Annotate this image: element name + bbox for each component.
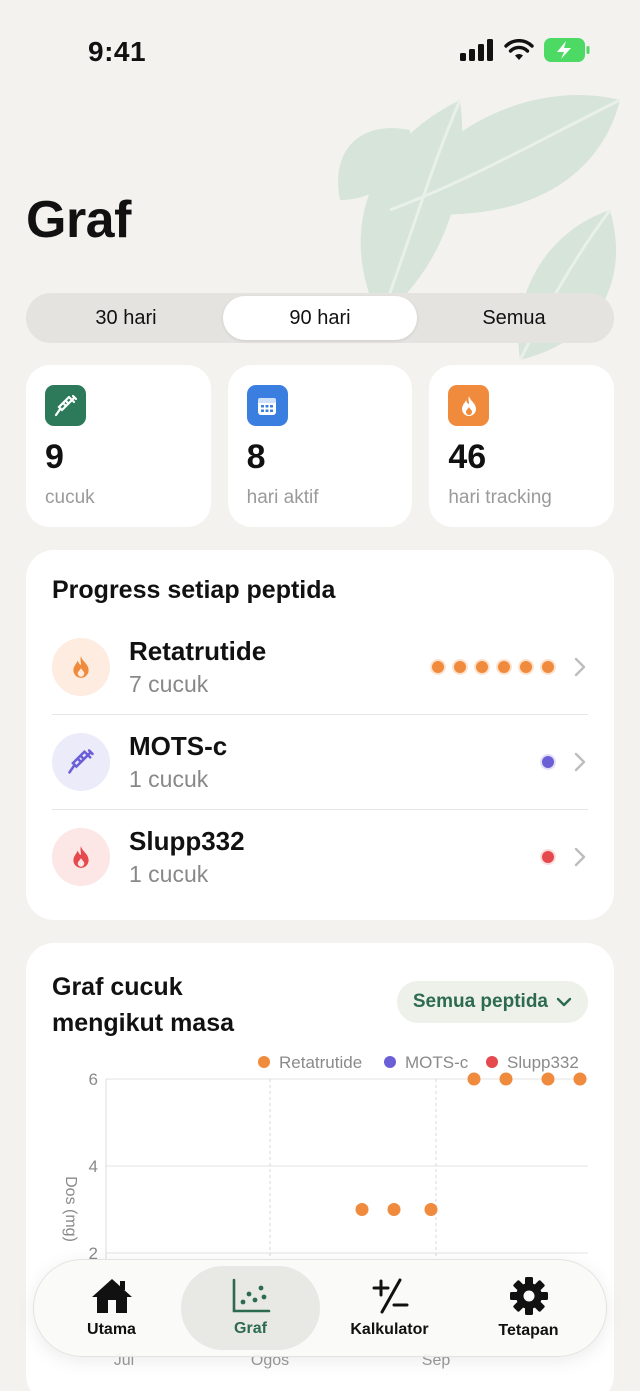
data-point xyxy=(387,1203,401,1216)
stat-label-tracking-days: hari tracking xyxy=(448,487,552,508)
stat-card-tracking-days: 46 hari tracking xyxy=(429,365,615,527)
peptide-name: Retatrutide xyxy=(129,635,267,666)
bottom-tab-bar: Utama Graf Kalkulator Tetapan xyxy=(33,1259,607,1357)
injection-dots xyxy=(542,851,554,863)
injection-dot xyxy=(476,660,488,673)
data-point xyxy=(467,1072,481,1086)
status-time: 9:41 xyxy=(88,36,147,67)
stat-value-active-days: 8 xyxy=(246,438,266,476)
injection-dot xyxy=(498,660,510,673)
tab-home[interactable]: Utama xyxy=(42,1266,181,1350)
peptide-progress-card: Progress setiap peptida Retatrutide 7 cu… xyxy=(26,550,614,920)
wifi-icon xyxy=(504,39,534,60)
tab-label: Tetapan xyxy=(498,1322,559,1339)
peptide-row-slupp332[interactable]: Slupp332 1 cucuk xyxy=(52,809,588,904)
legend-label: Slupp332 xyxy=(507,1053,579,1072)
tab-label: Utama xyxy=(87,1321,136,1338)
tab-label: Graf xyxy=(234,1320,267,1337)
calendar-icon xyxy=(246,385,288,426)
flame-icon xyxy=(448,385,490,426)
peptide-row-mots-c[interactable]: MOTS-c 1 cucuk xyxy=(52,714,588,809)
chevron-right-icon xyxy=(574,847,586,867)
legend-label: Retatrutide xyxy=(279,1053,362,1072)
y-tick-label: 6 xyxy=(89,1070,98,1089)
injection-dot xyxy=(432,660,444,673)
range-tab-30-days[interactable]: 30 hari xyxy=(29,296,223,340)
battery-charging-icon xyxy=(544,38,590,62)
stat-card-injections: 9 cucuk xyxy=(26,365,211,527)
tab-calculator[interactable]: Kalkulator xyxy=(320,1266,459,1350)
tab-graph[interactable]: Graf xyxy=(181,1266,320,1350)
injection-dots xyxy=(542,756,554,768)
chevron-right-icon xyxy=(574,752,586,772)
peptide-name: Slupp332 xyxy=(129,826,245,856)
legend-marker xyxy=(258,1056,270,1068)
range-tab-all[interactable]: Semua xyxy=(417,296,611,340)
tab-label: Kalkulator xyxy=(350,1321,429,1338)
stat-card-active-days: 8 hari aktif xyxy=(227,365,413,527)
stat-label-injections: cucuk xyxy=(45,487,95,508)
injection-dot xyxy=(520,660,532,673)
home-icon xyxy=(91,1279,132,1313)
flame-icon xyxy=(52,828,110,886)
page-title: Graf xyxy=(26,191,131,249)
legend-label: MOTS-c xyxy=(405,1053,469,1072)
data-point xyxy=(499,1072,513,1086)
data-point xyxy=(424,1203,438,1216)
peptide-name: MOTS-c xyxy=(129,731,228,761)
range-tab-90-days[interactable]: 90 hari xyxy=(223,296,417,340)
progress-card-title: Progress setiap peptida xyxy=(52,576,336,604)
y-axis-label: Dos (mg) xyxy=(62,1176,79,1242)
injection-dot xyxy=(542,756,554,768)
y-tick-label: 4 xyxy=(89,1157,98,1176)
syringe-icon xyxy=(52,733,110,791)
injection-dot xyxy=(542,660,554,673)
scatter-chart-icon xyxy=(232,1278,270,1313)
legend-marker xyxy=(384,1056,396,1068)
peptide-row-retatrutide[interactable]: Retatrutide 7 cucuk xyxy=(52,619,588,714)
injection-dot xyxy=(542,851,554,863)
syringe-icon xyxy=(45,385,86,426)
data-point xyxy=(355,1203,369,1216)
stat-value-tracking-days: 46 xyxy=(448,438,487,476)
stats-row: 9 cucuk 8 hari aktif 46 hari tracking xyxy=(26,365,615,527)
status-icons xyxy=(460,38,590,62)
status-bar: 9:41 xyxy=(0,0,640,100)
injection-dots xyxy=(432,660,554,673)
peptide-count: 1 cucuk xyxy=(129,766,209,792)
stat-label-active-days: hari aktif xyxy=(246,487,319,508)
stat-value-injections: 9 xyxy=(45,438,64,476)
range-segmented-control: 30 hari 90 hari Semua xyxy=(26,293,614,343)
peptide-count: 7 cucuk xyxy=(129,670,209,697)
legend-marker xyxy=(486,1056,498,1068)
peptide-count: 1 cucuk xyxy=(129,861,209,887)
gear-icon xyxy=(509,1277,548,1315)
data-point xyxy=(541,1072,555,1086)
flame-icon xyxy=(52,637,110,696)
injection-dot xyxy=(454,660,466,673)
chevron-right-icon xyxy=(574,657,586,676)
cellular-signal-icon xyxy=(460,39,493,61)
plus-minus-icon xyxy=(372,1278,408,1314)
tab-settings[interactable]: Tetapan xyxy=(459,1266,598,1350)
peptide-list: Retatrutide 7 cucuk MOTS-c 1 cucuk Slupp… xyxy=(52,619,588,904)
data-point xyxy=(573,1072,587,1086)
